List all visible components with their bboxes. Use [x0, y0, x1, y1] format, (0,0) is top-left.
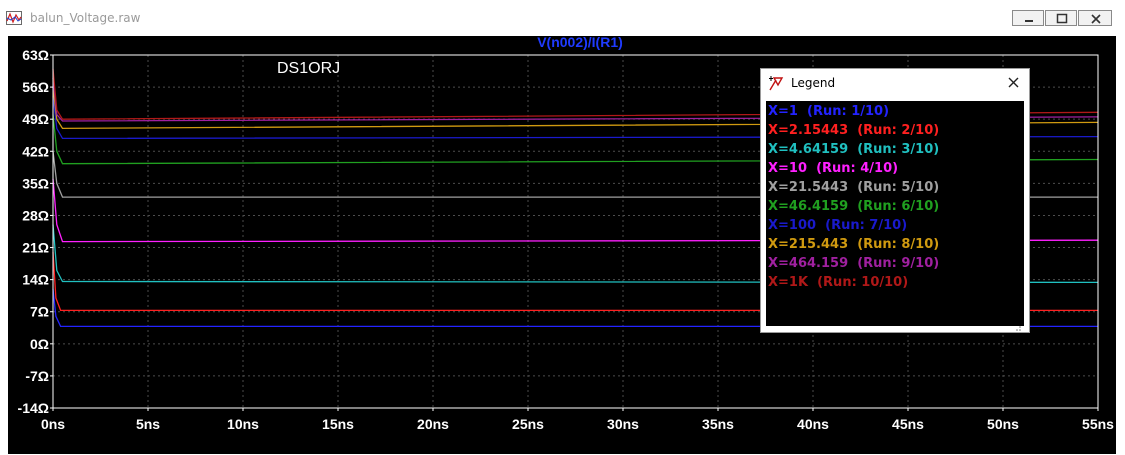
close-button[interactable]	[1078, 10, 1112, 26]
legend-entry-label: X=1K	[768, 275, 809, 290]
legend-entry-label: X=4.64159	[768, 142, 849, 157]
y-tick-label: 7Ω	[30, 304, 49, 320]
x-tick-label: 30ns	[607, 416, 639, 432]
y-tick-label: -14Ω	[18, 400, 49, 416]
legend-entry-run: (Run: 6/10)	[857, 199, 940, 214]
legend-entry[interactable]: X=215.443 (Run: 8/10)	[768, 235, 939, 254]
legend-entry[interactable]: X=100 (Run: 7/10)	[768, 216, 939, 235]
maximize-button[interactable]	[1045, 10, 1077, 26]
legend-entry-run: (Run: 4/10)	[816, 161, 899, 176]
plot-annotation-label: DS1ORJ	[277, 60, 340, 77]
y-tick-label: 56Ω	[22, 79, 49, 95]
legend-body: X=1 (Run: 1/10) X=2.15443 (Run: 2/10) X=4.…	[766, 101, 1024, 331]
legend-entry-run: (Run: 2/10)	[857, 123, 940, 138]
legend-entry-run: (Run: 9/10)	[857, 256, 940, 271]
x-tick-label: 5ns	[136, 416, 160, 432]
legend-entry[interactable]: X=21.5443 (Run: 5/10)	[768, 178, 939, 197]
legend-entry[interactable]: X=46.4159 (Run: 6/10)	[768, 197, 939, 216]
y-tick-label: 28Ω	[22, 207, 49, 223]
y-tick-label: 21Ω	[22, 240, 49, 256]
x-tick-label: 20ns	[417, 416, 449, 432]
legend-entry-label: X=10	[768, 161, 808, 176]
legend-entry[interactable]: X=4.64159 (Run: 3/10)	[768, 140, 939, 159]
x-tick-label: 10ns	[227, 416, 259, 432]
x-tick-label: 55ns	[1082, 416, 1114, 432]
legend-close-button[interactable]	[1006, 74, 1022, 90]
legend-entry[interactable]: X=10 (Run: 4/10)	[768, 159, 939, 178]
legend-list: X=1 (Run: 1/10) X=2.15443 (Run: 2/10) X=4.…	[768, 102, 939, 292]
legend-title: Legend	[791, 76, 836, 90]
x-tick-label: 15ns	[322, 416, 354, 432]
waveform-icon	[6, 10, 22, 25]
waveform-window: balun_Voltage.raw 63Ω 56Ω 49Ω 42Ω 35Ω 28Ω 21Ω 1…	[0, 0, 1125, 455]
legend-entry[interactable]: X=2.15443 (Run: 2/10)	[768, 121, 939, 140]
window-title: balun_Voltage.raw	[30, 11, 141, 25]
x-tick-label: 50ns	[987, 416, 1019, 432]
legend-entry-label: X=464.159	[768, 256, 849, 271]
close-icon	[1008, 77, 1019, 88]
legend-entry-run: (Run: 3/10)	[857, 142, 940, 157]
x-tick-label: 35ns	[702, 416, 734, 432]
legend-entry[interactable]: X=1 (Run: 1/10)	[768, 102, 939, 121]
y-tick-label: 0Ω	[30, 336, 49, 352]
legend-entry-label: X=2.15443	[768, 123, 849, 138]
y-tick-label: 35Ω	[22, 175, 49, 191]
probe-icon	[769, 75, 785, 95]
legend-entry[interactable]: X=464.159 (Run: 9/10)	[768, 254, 939, 273]
legend-entry-label: X=46.4159	[768, 199, 849, 214]
y-tick-label: -7Ω	[25, 368, 49, 384]
y-tick-label: 63Ω	[22, 47, 49, 63]
x-tick-label: 0ns	[41, 416, 65, 432]
x-tick-label: 25ns	[512, 416, 544, 432]
legend-entry-label: X=215.443	[768, 237, 849, 252]
legend-entry-run: (Run: 1/10)	[807, 104, 890, 119]
legend-entry-label: X=100	[768, 218, 817, 233]
y-tick-label: 49Ω	[22, 111, 49, 127]
minimize-icon	[1025, 20, 1033, 22]
legend-entry-run: (Run: 5/10)	[857, 180, 940, 195]
minimize-button[interactable]	[1012, 10, 1044, 26]
y-tick-label: 42Ω	[22, 143, 49, 159]
y-tick-label: 14Ω	[22, 272, 49, 288]
legend-window[interactable]: Legend X=1 (Run: 1/10) X=2.15443 (Run: 2/…	[760, 68, 1030, 333]
x-tick-label: 45ns	[892, 416, 924, 432]
legend-entry[interactable]: X=1K (Run: 10/10)	[768, 273, 939, 292]
legend-entry-label: X=1	[768, 104, 798, 119]
legend-entry-run: (Run: 7/10)	[825, 218, 908, 233]
maximize-icon	[1056, 13, 1068, 24]
close-icon	[1091, 14, 1101, 24]
legend-entry-run: (Run: 10/10)	[817, 275, 909, 290]
legend-entry-label: X=21.5443	[768, 180, 849, 195]
legend-titlebar[interactable]: Legend	[761, 69, 1029, 99]
window-titlebar[interactable]: balun_Voltage.raw	[0, 0, 1125, 36]
legend-entry-run: (Run: 8/10)	[857, 237, 940, 252]
resize-grip-icon[interactable]	[1014, 317, 1022, 331]
x-tick-label: 40ns	[797, 416, 829, 432]
chart-title[interactable]: V(n002)/I(R1)	[537, 36, 623, 50]
